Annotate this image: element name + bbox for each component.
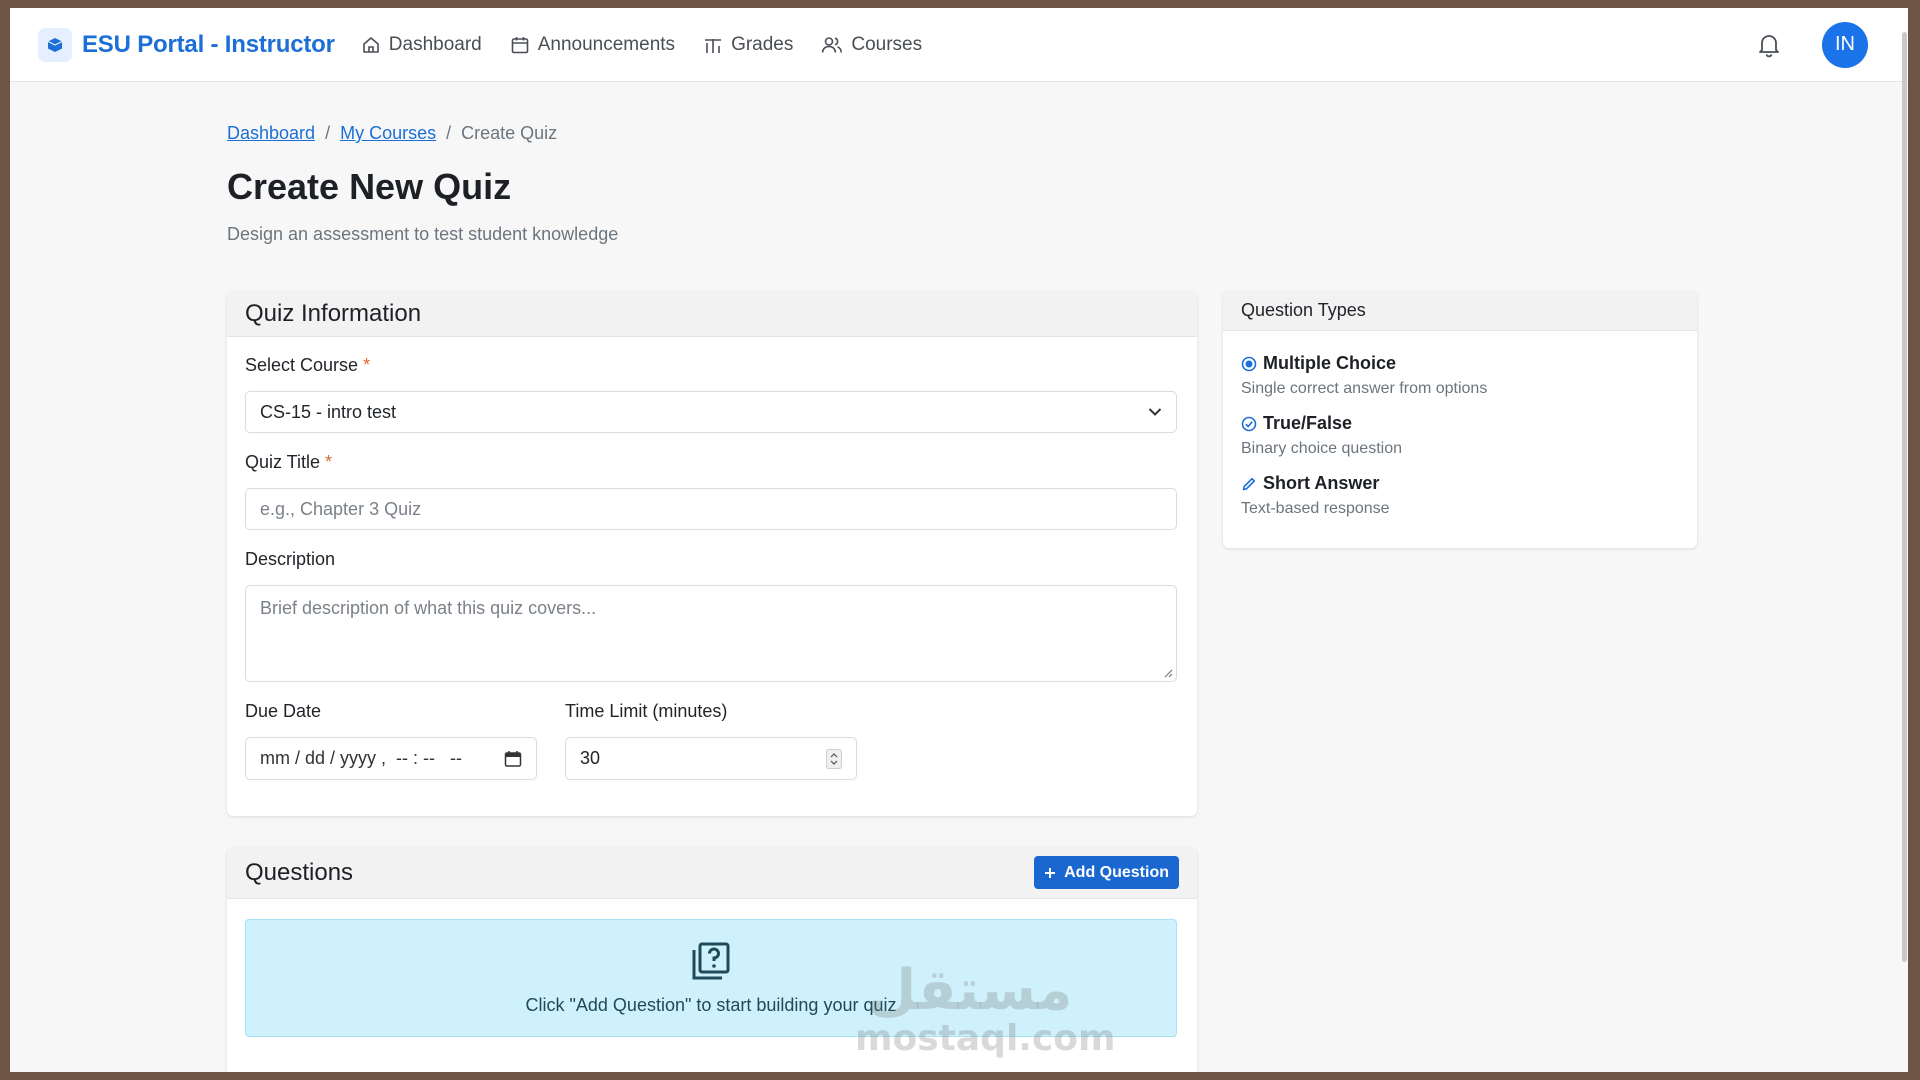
empty-state-text: Click "Add Question" to start building y… <box>525 994 897 1015</box>
required-mark: * <box>325 452 333 472</box>
breadcrumb: Dashboard / My Courses / Create Quiz <box>227 123 1707 144</box>
bell-icon[interactable] <box>1756 32 1782 58</box>
questions-header: Questions Add Question <box>227 847 1197 899</box>
brand-name: ESU Portal - Instructor <box>82 30 335 58</box>
add-question-button[interactable]: Add Question <box>1034 856 1179 889</box>
quiz-title-label-text: Quiz Title <box>245 452 321 472</box>
question-type-desc: Text-based response <box>1241 500 1390 517</box>
breadcrumb-separator: / <box>325 123 331 143</box>
calendar-icon <box>511 36 529 53</box>
quiz-title-input[interactable]: e.g., Chapter 3 Quiz <box>245 488 1177 530</box>
pencil-icon <box>1242 477 1256 490</box>
question-type-desc: Single correct answer from options <box>1241 380 1488 397</box>
question-type-title: Multiple Choice <box>1263 353 1397 373</box>
page-subtitle: Design an assessment to test student kno… <box>227 224 619 244</box>
breadcrumb-separator: / <box>446 123 452 143</box>
radio-icon <box>1241 356 1257 371</box>
question-type-multiple-choice: Multiple Choice Single correct answer fr… <box>1241 353 1487 398</box>
question-type-title: Short Answer <box>1263 473 1380 493</box>
nav-dashboard[interactable]: Dashboard <box>361 34 482 56</box>
number-stepper-icon[interactable] <box>826 748 842 769</box>
description-textarea[interactable]: Brief description of what this quiz cove… <box>245 585 1177 682</box>
questions-empty-state: Click "Add Question" to start building y… <box>245 919 1177 1037</box>
breadcrumb-dashboard[interactable]: Dashboard <box>227 123 315 144</box>
course-label-text: Select Course <box>245 355 359 375</box>
course-select-value: CS-15 - intro test <box>260 401 397 422</box>
chevron-down-icon <box>1148 408 1162 416</box>
chart-icon <box>705 38 722 53</box>
brand[interactable]: ESU Portal - Instructor <box>38 27 335 62</box>
page-title: Create New Quiz <box>227 166 512 207</box>
question-stack-icon <box>692 942 730 979</box>
nav-announcements[interactable]: Announcements <box>510 34 675 56</box>
nav-courses[interactable]: Courses <box>821 34 922 56</box>
due-date-placeholder: mm / dd / yyyy , -- : -- -- <box>260 748 462 768</box>
question-types-header: Question Types <box>1223 291 1697 331</box>
questions-card: Questions Add Question Click "Add Questi… <box>227 847 1197 1072</box>
description-placeholder: Brief description of what this quiz cove… <box>260 598 597 618</box>
due-date-input[interactable]: mm / dd / yyyy , -- : -- -- <box>245 737 537 780</box>
browser-window: ESU Portal - Instructor Dashboard Announ… <box>10 8 1908 1072</box>
plus-icon <box>1045 867 1056 878</box>
add-question-label: Add Question <box>1064 863 1169 881</box>
users-icon <box>822 36 843 53</box>
course-label: Select Course * <box>245 355 370 376</box>
calendar-icon[interactable] <box>504 750 522 768</box>
quiz-information-card: Quiz Information Select Course * CS-15 -… <box>227 291 1197 816</box>
breadcrumb-current: Create Quiz <box>461 123 558 143</box>
course-select[interactable]: CS-15 - intro test <box>245 391 1177 433</box>
nav-dashboard-label: Dashboard <box>388 33 482 55</box>
due-date-label: Due Date <box>245 701 322 721</box>
question-type-true-false: True/False Binary choice question <box>1241 413 1402 458</box>
required-mark: * <box>363 355 371 375</box>
resize-grip-icon[interactable] <box>1163 668 1173 678</box>
home-icon <box>362 36 379 53</box>
question-type-title-row: Multiple Choice <box>1241 353 1487 374</box>
question-types-card: Question Types Multiple Choice Single co… <box>1223 291 1697 548</box>
nav-courses-label: Courses <box>851 33 923 55</box>
quiz-information-header: Quiz Information <box>227 291 1197 337</box>
question-type-title: True/False <box>1263 413 1353 433</box>
time-limit-label: Time Limit (minutes) <box>565 701 728 721</box>
top-navbar: ESU Portal - Instructor Dashboard Announ… <box>10 8 1908 82</box>
question-type-title-row: Short Answer <box>1241 473 1390 494</box>
avatar[interactable]: IN <box>1822 21 1868 68</box>
check-circle-icon <box>1241 416 1257 431</box>
question-type-short-answer: Short Answer Text-based response <box>1241 473 1390 518</box>
time-limit-input[interactable]: 30 <box>565 737 857 780</box>
main-content: Dashboard / My Courses / Create Quiz Cre… <box>227 82 1707 1072</box>
questions-title: Questions <box>245 858 354 886</box>
graduation-cap-icon <box>38 27 72 62</box>
scrollbar[interactable] <box>1902 32 1907 962</box>
quiz-title-label: Quiz Title * <box>245 452 332 473</box>
time-limit-value: 30 <box>580 748 601 768</box>
navbar-right: IN <box>1756 21 1880 68</box>
nav-grades[interactable]: Grades <box>703 34 793 56</box>
question-type-desc: Binary choice question <box>1241 440 1402 457</box>
breadcrumb-my-courses[interactable]: My Courses <box>340 123 436 144</box>
nav-announcements-label: Announcements <box>537 33 676 55</box>
question-type-title-row: True/False <box>1241 413 1402 434</box>
nav-grades-label: Grades <box>731 33 794 55</box>
description-label: Description <box>245 549 336 569</box>
